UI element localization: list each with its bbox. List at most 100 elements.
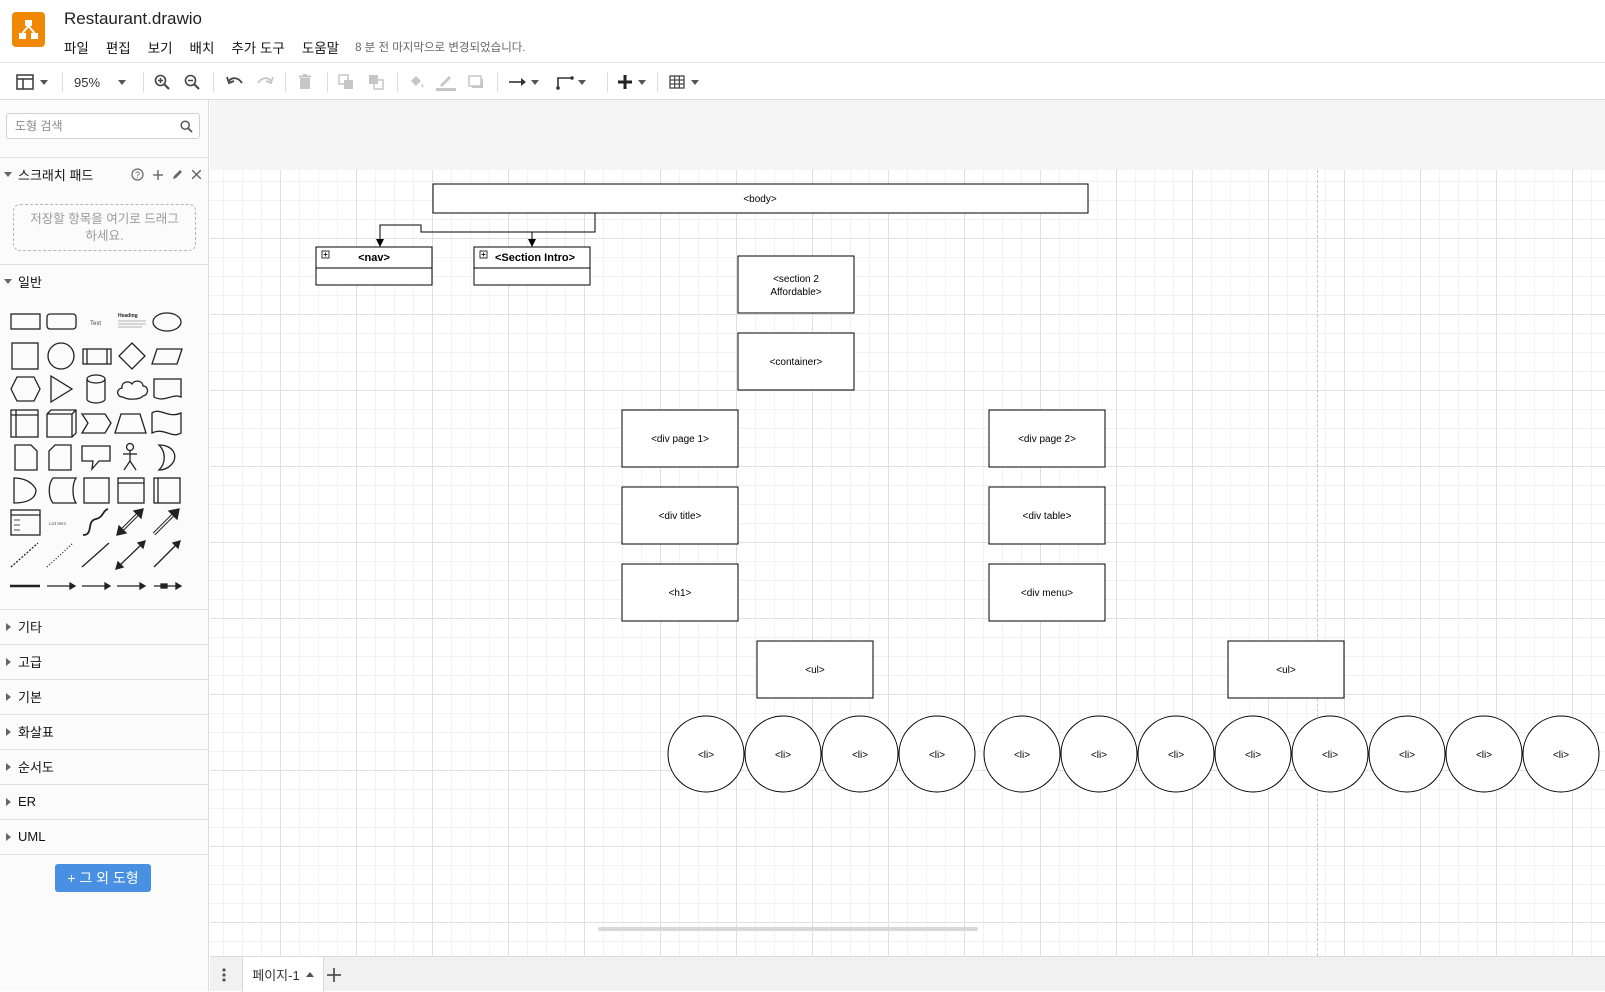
add-icon[interactable]: [153, 169, 163, 180]
data-storage-shape[interactable]: [48, 477, 78, 504]
process-shape[interactable]: [82, 348, 112, 365]
category-misc[interactable]: 기타: [0, 609, 208, 643]
li-element[interactable]: <li>: [1522, 715, 1600, 793]
general-section-header[interactable]: 일반: [0, 264, 208, 298]
heading-shape[interactable]: Heading: [118, 313, 146, 328]
section2-element[interactable]: <section 2 Affordable>: [737, 255, 855, 314]
dotted-line-shape[interactable]: [46, 542, 74, 568]
delete-button[interactable]: [298, 70, 312, 94]
li-element[interactable]: <li>: [1368, 715, 1446, 793]
shadow-button[interactable]: [468, 70, 484, 94]
li-element[interactable]: <li>: [821, 715, 899, 793]
or-shape[interactable]: [157, 444, 176, 471]
bidirectional-arrow-shape[interactable]: [116, 508, 144, 536]
diamond-shape[interactable]: [118, 342, 146, 370]
category-basic[interactable]: 기본: [0, 679, 208, 713]
menu-arrange[interactable]: 배치: [190, 37, 215, 57]
diagram-canvas[interactable]: <body> <nav> <Section Intro> <section 2 …: [210, 100, 1605, 956]
circle-shape[interactable]: [47, 342, 75, 370]
format-panel-button[interactable]: [16, 70, 48, 94]
div-title-element[interactable]: <div title>: [621, 486, 739, 545]
arrow-shape[interactable]: [152, 508, 180, 536]
list-item-shape[interactable]: List Item: [49, 521, 66, 526]
category-advanced[interactable]: 고급: [0, 644, 208, 678]
div-page1-element[interactable]: <div page 1>: [621, 409, 739, 468]
zoom-dropdown[interactable]: 95%: [74, 70, 127, 94]
line-shape[interactable]: [81, 542, 110, 568]
category-uml[interactable]: UML: [0, 819, 208, 853]
edit-pencil-icon[interactable]: [172, 169, 183, 180]
cloud-shape[interactable]: [116, 380, 149, 400]
edge-with-label-shape[interactable]: [117, 581, 147, 591]
chevron-up-icon[interactable]: [305, 972, 314, 977]
cube-shape[interactable]: [46, 409, 77, 438]
actor-shape[interactable]: [123, 442, 137, 471]
waypoints-button[interactable]: [556, 70, 586, 94]
curve-shape[interactable]: [82, 508, 109, 536]
to-front-button[interactable]: [338, 70, 354, 94]
zoom-in-button[interactable]: [154, 70, 170, 94]
square-shape[interactable]: [11, 342, 39, 370]
rounded-rectangle-shape[interactable]: [46, 313, 77, 330]
labeled-edge-shape[interactable]: [82, 581, 112, 591]
add-page-icon[interactable]: [327, 968, 341, 982]
relation-edge-shape[interactable]: [154, 581, 183, 591]
internal-storage-shape[interactable]: [10, 409, 39, 438]
ellipse-shape[interactable]: [152, 312, 182, 332]
search-icon[interactable]: [180, 120, 193, 133]
line-color-button[interactable]: [436, 70, 456, 94]
rectangle-shape[interactable]: [10, 313, 41, 330]
li-element[interactable]: <li>: [1291, 715, 1369, 793]
vertical-container-shape[interactable]: [153, 477, 181, 504]
category-flowchart[interactable]: 순서도: [0, 749, 208, 783]
li-element[interactable]: <li>: [1137, 715, 1215, 793]
zoom-out-button[interactable]: [184, 70, 200, 94]
category-arrows[interactable]: 화살표: [0, 714, 208, 748]
container-element[interactable]: <container>: [737, 332, 855, 391]
directional-connector-shape[interactable]: [153, 540, 181, 568]
file-title[interactable]: Restaurant.drawio: [64, 9, 202, 29]
parallelogram-shape[interactable]: [151, 348, 183, 365]
pages-menu-icon[interactable]: [222, 968, 226, 982]
card-shape[interactable]: [48, 444, 72, 471]
undo-button[interactable]: [226, 70, 244, 94]
fill-color-button[interactable]: [408, 70, 426, 94]
menu-edit[interactable]: 편집: [106, 37, 131, 57]
li-element[interactable]: <li>: [744, 715, 822, 793]
note-shape[interactable]: [14, 444, 38, 471]
li-element[interactable]: <li>: [898, 715, 976, 793]
insert-button[interactable]: [618, 70, 646, 94]
nav-element[interactable]: <nav>: [315, 246, 433, 286]
shape-search-input[interactable]: [13, 118, 173, 134]
table-button[interactable]: [669, 70, 699, 94]
dashed-line-shape[interactable]: [10, 542, 39, 568]
swimlane-shape[interactable]: [117, 477, 145, 504]
trapezoid-shape[interactable]: [114, 413, 147, 434]
div-page2-element[interactable]: <div page 2>: [988, 409, 1106, 468]
menu-help[interactable]: 도움말: [302, 37, 339, 57]
li-element[interactable]: <li>: [983, 715, 1061, 793]
tape-shape[interactable]: [151, 410, 182, 436]
to-back-button[interactable]: [368, 70, 384, 94]
container-shape[interactable]: [83, 477, 110, 504]
step-shape[interactable]: [80, 413, 112, 434]
hexagon-shape[interactable]: [10, 376, 41, 402]
connection-style-button[interactable]: [509, 70, 539, 94]
and-shape[interactable]: [13, 477, 37, 504]
more-shapes-button[interactable]: + 그 외 도형: [55, 864, 151, 892]
scratchpad-drop-zone[interactable]: 저장할 항목을 여기로 드래그 하세요.: [13, 204, 196, 251]
li-element[interactable]: <li>: [1214, 715, 1292, 793]
div-table-element[interactable]: <div table>: [988, 486, 1106, 545]
ul-left-element[interactable]: <ul>: [756, 640, 874, 699]
horizontal-scrollbar[interactable]: [598, 927, 978, 931]
li-element[interactable]: <li>: [667, 715, 745, 793]
menu-view[interactable]: 보기: [148, 37, 173, 57]
help-icon[interactable]: ?: [131, 168, 144, 181]
div-menu-element[interactable]: <div menu>: [988, 563, 1106, 622]
close-icon[interactable]: [192, 170, 201, 179]
body-element[interactable]: <body>: [432, 183, 1089, 214]
cylinder-shape[interactable]: [86, 374, 106, 404]
list-shape[interactable]: [10, 509, 41, 536]
page-tab-1[interactable]: 페이지-1: [242, 957, 324, 992]
h1-element[interactable]: <h1>: [621, 563, 739, 622]
